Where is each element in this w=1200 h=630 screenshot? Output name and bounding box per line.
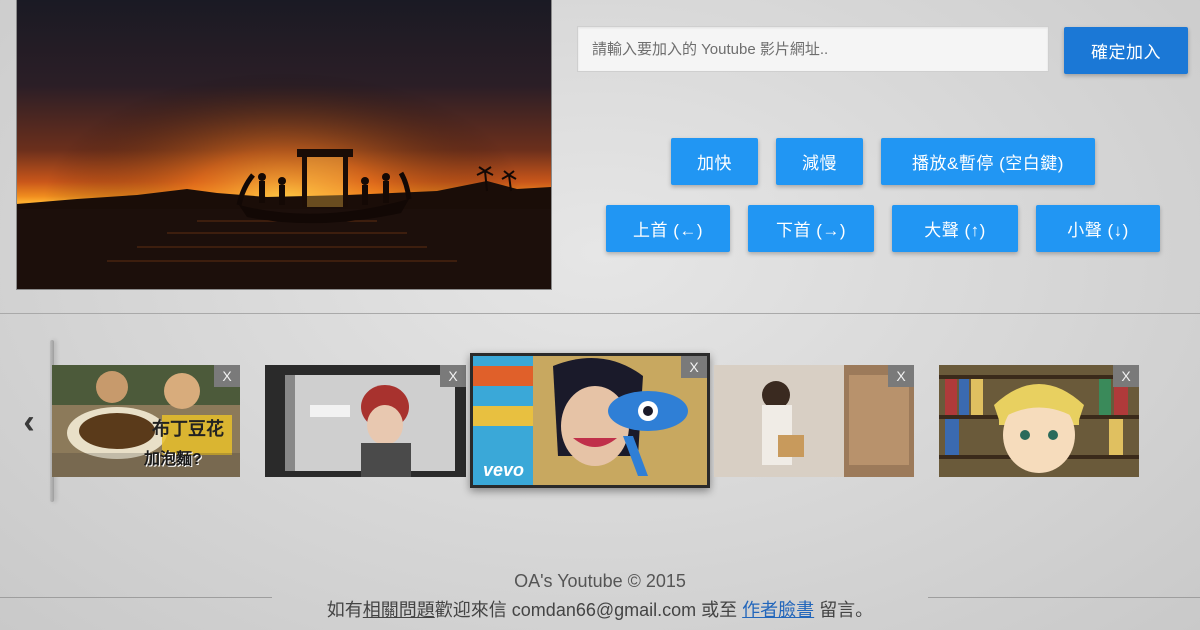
- video-frame-image: [17, 0, 551, 289]
- playlist-item[interactable]: X: [939, 365, 1139, 477]
- thumbnail-overlay-text: 布丁豆花: [152, 419, 224, 439]
- thumbnail-image: [714, 365, 914, 477]
- speed-up-button[interactable]: 加快: [671, 138, 758, 185]
- remove-item-button[interactable]: X: [681, 356, 707, 378]
- chevron-left-icon[interactable]: ‹: [16, 403, 42, 441]
- author-facebook-link[interactable]: 作者臉書: [742, 600, 814, 620]
- remove-item-button[interactable]: X: [888, 365, 914, 387]
- thumbnail-image: [939, 365, 1139, 477]
- footer-contact: 如有相關問題歡迎來信 comdan66@gmail.com 或至 作者臉書 留言…: [0, 596, 1200, 622]
- slow-down-button[interactable]: 減慢: [776, 138, 863, 185]
- footer-prefix: 如有: [326, 600, 363, 620]
- playlist-item[interactable]: X: [714, 365, 914, 477]
- play-pause-button[interactable]: 播放&暫停 (空白鍵): [881, 138, 1095, 185]
- playlist-item[interactable]: 加泡麵? 布丁豆花 X: [52, 365, 240, 477]
- confirm-add-button[interactable]: 確定加入: [1064, 27, 1188, 74]
- thumbnail-caption: 加泡麵?: [144, 451, 202, 468]
- previous-track-button[interactable]: 上首 (←): [606, 205, 730, 252]
- volume-up-button[interactable]: 大聲 (↑): [892, 205, 1018, 252]
- faq-link[interactable]: 相關問題: [363, 600, 435, 620]
- youtube-url-input[interactable]: [577, 26, 1049, 72]
- remove-item-button[interactable]: X: [1113, 365, 1139, 387]
- volume-down-button[interactable]: 小聲 (↓): [1036, 205, 1160, 252]
- footer-title: OA's Youtube © 2015: [514, 571, 686, 591]
- next-track-button[interactable]: 下首 (→): [748, 205, 874, 252]
- footer-middle: 歡迎來信 comdan66@gmail.com 或至: [434, 600, 738, 620]
- section-divider: [0, 313, 1200, 314]
- footer-suffix: 留言。: [819, 600, 874, 620]
- playlist-item-active[interactable]: vevo X: [470, 353, 710, 488]
- video-player[interactable]: [16, 0, 552, 290]
- thumbnail-image: [265, 365, 466, 477]
- remove-item-button[interactable]: X: [440, 365, 466, 387]
- playlist-item[interactable]: X: [265, 365, 466, 477]
- remove-item-button[interactable]: X: [214, 365, 240, 387]
- vevo-logo: vevo: [483, 460, 525, 480]
